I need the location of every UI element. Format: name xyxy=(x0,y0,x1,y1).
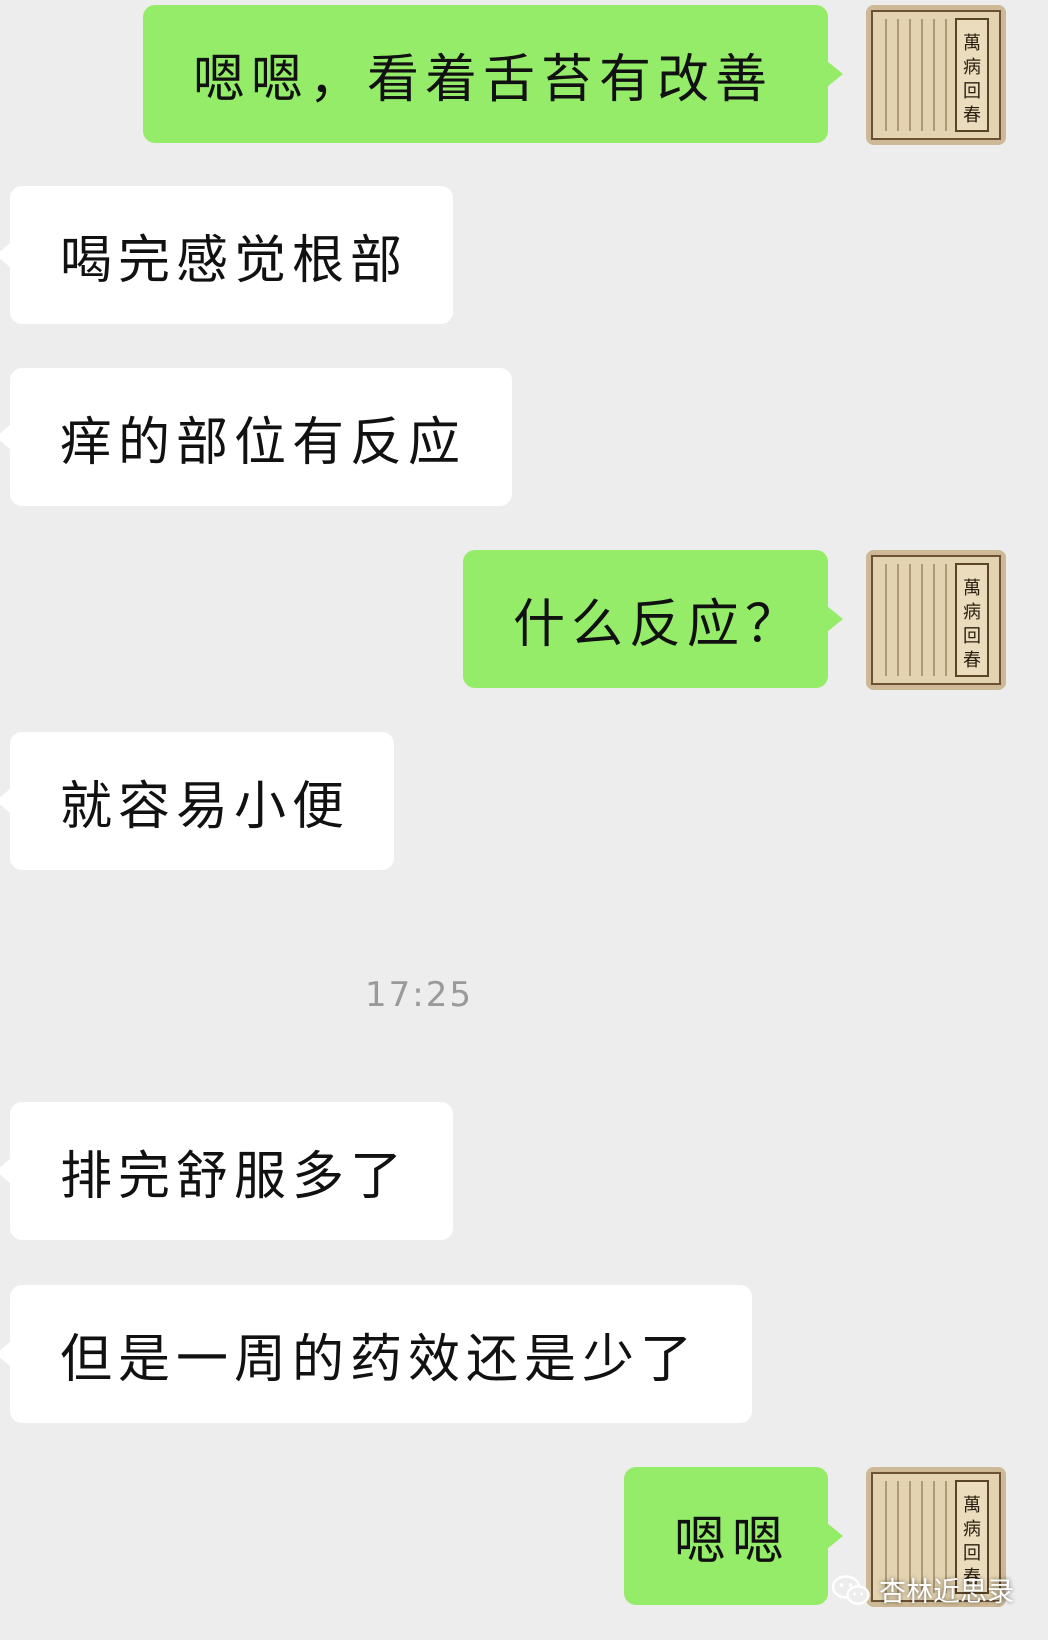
message-text: 排完舒服多了 xyxy=(60,1146,409,1207)
avatar[interactable]: 萬 病 回 春 xyxy=(866,5,1006,145)
message-text: 嗯嗯，看着舌苔有改善 xyxy=(193,49,774,110)
incoming-message-bubble[interactable]: 但是一周的药效还是少了 xyxy=(0,1285,752,1423)
svg-text:春: 春 xyxy=(963,105,981,126)
book-avatar-icon: 萬 病 回 春 xyxy=(866,5,1006,145)
svg-text:萬: 萬 xyxy=(963,1495,981,1516)
incoming-message-bubble[interactable]: 排完舒服多了 xyxy=(0,1102,453,1240)
timestamp: 17:25 xyxy=(365,975,473,1015)
incoming-message-bubble[interactable]: 喝完感觉根部 xyxy=(0,186,453,324)
message-text: 嗯嗯 xyxy=(674,1511,791,1572)
svg-text:春: 春 xyxy=(963,650,981,671)
svg-text:病: 病 xyxy=(963,602,981,623)
svg-text:萬: 萬 xyxy=(963,33,981,54)
book-avatar-icon: 萬 病 回 春 xyxy=(866,550,1006,690)
avatar[interactable]: 萬 病 回 春 xyxy=(866,550,1006,690)
svg-text:萬: 萬 xyxy=(963,578,981,599)
svg-text:病: 病 xyxy=(963,57,981,78)
message-text: 喝完感觉根部 xyxy=(60,230,409,291)
incoming-message-bubble[interactable]: 痒的部位有反应 xyxy=(0,368,512,506)
incoming-message-bubble[interactable]: 就容易小便 xyxy=(0,732,394,870)
svg-text:回: 回 xyxy=(963,626,981,647)
svg-text:回: 回 xyxy=(963,1543,981,1564)
outgoing-message-bubble[interactable]: 嗯嗯，看着舌苔有改善 xyxy=(143,5,843,143)
outgoing-message-bubble[interactable]: 什么反应？ xyxy=(463,550,843,688)
watermark: 杏林近思录 xyxy=(831,1570,1014,1609)
svg-text:病: 病 xyxy=(963,1519,981,1540)
message-text: 但是一周的药效还是少了 xyxy=(60,1329,699,1390)
message-text: 痒的部位有反应 xyxy=(60,412,467,473)
outgoing-message-bubble[interactable]: 嗯嗯 xyxy=(624,1467,843,1605)
message-text: 什么反应？ xyxy=(513,594,804,655)
wechat-icon xyxy=(831,1574,870,1605)
watermark-text: 杏林近思录 xyxy=(879,1577,1014,1608)
message-text: 就容易小便 xyxy=(60,776,351,837)
chat-window: 嗯嗯，看着舌苔有改善 萬 病 回 春 喝完感觉根部 痒的部位有反应 什么反应？ … xyxy=(0,0,1048,1640)
svg-text:回: 回 xyxy=(963,81,981,102)
